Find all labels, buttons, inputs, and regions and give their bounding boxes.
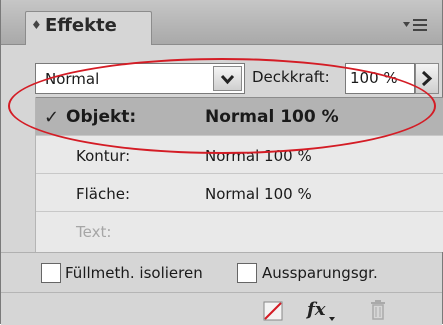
opacity-label: Deckkraft: [252,68,330,86]
panel-tabbar: ♦ Effekte [1,0,442,45]
trash-icon[interactable] [369,299,387,321]
knockout-checkbox[interactable] [237,263,257,283]
list-item-objekt[interactable]: ✓ Objekt: Normal 100 % [36,97,443,136]
row-name: Text: [76,223,112,241]
effects-list: ✓ Objekt: Normal 100 % Kontur: Normal 10… [35,97,443,252]
blend-mode-value: Normal [45,70,100,88]
opacity-input[interactable]: 100 % [345,63,415,94]
panel-menu-icon[interactable] [401,16,429,36]
knockout-label: Aussparungsgr. [262,264,378,282]
svg-text:fx: fx [305,299,326,320]
clear-effects-icon[interactable] [263,301,283,321]
isolate-checkbox[interactable] [41,263,61,283]
fx-icon[interactable]: fx [305,297,339,323]
options-row: Füllmeth. isolieren Aussparungsgr. [1,252,442,293]
blend-controls: Normal Deckkraft: 100 % [1,45,442,97]
list-item-kontur[interactable]: Kontur: Normal 100 % [36,135,443,174]
list-item-flaeche[interactable]: Fläche: Normal 100 % [36,173,443,212]
tab-label: Effekte [45,15,117,36]
blend-mode-select[interactable]: Normal [35,63,245,94]
chevron-right-icon[interactable] [415,63,439,94]
checkmark-icon: ✓ [44,107,60,128]
list-item-text: Text: [36,211,443,250]
tab-effekte[interactable]: ♦ Effekte [25,11,152,45]
row-name: Objekt: [66,107,137,127]
row-name: Kontur: [76,147,131,165]
double-arrow-icon[interactable]: ♦ [31,18,42,32]
row-name: Fläche: [76,185,131,203]
row-value: Normal 100 % [205,147,312,165]
row-value: Normal 100 % [205,185,312,203]
chevron-down-icon[interactable] [213,66,242,91]
bottom-toolbar: fx [1,292,442,325]
effects-panel: ♦ Effekte Normal Deckkraft: 100 % ✓ Obje… [0,0,443,325]
isolate-label: Füllmeth. isolieren [65,264,203,282]
row-value: Normal 100 % [205,107,339,127]
